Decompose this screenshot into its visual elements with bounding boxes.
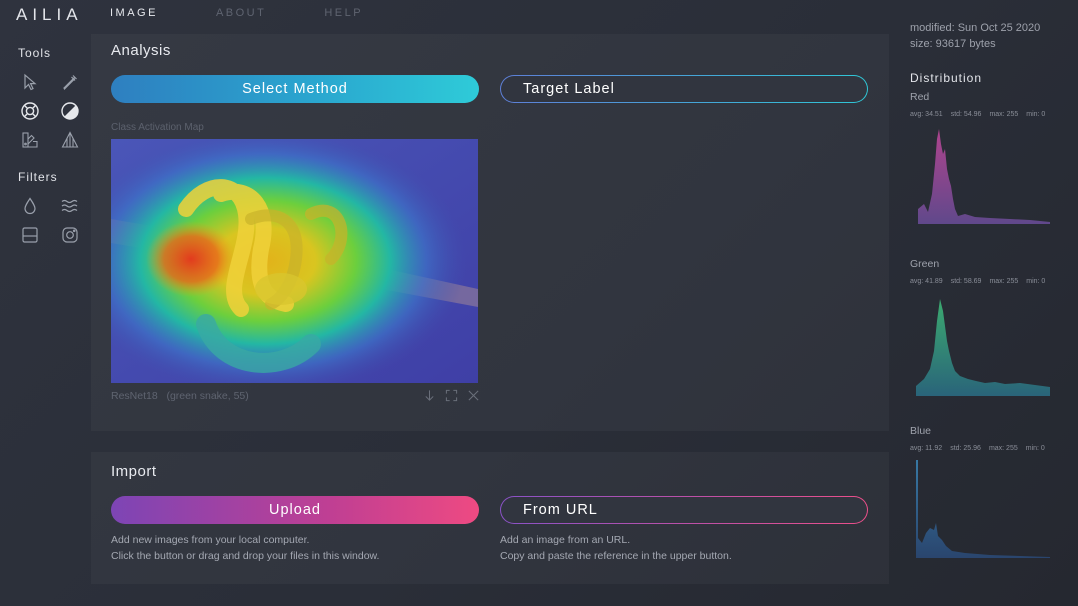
- analysis-panel: Analysis Select Method Target Label Clas…: [91, 34, 889, 431]
- stat-avg: avg: 11.92: [910, 445, 943, 452]
- cam-actions: [422, 388, 480, 402]
- stat-avg: avg: 34.51: [910, 111, 943, 118]
- prediction-label: (green snake, 55): [166, 390, 249, 402]
- from-url-button[interactable]: From URL: [500, 496, 868, 524]
- download-icon[interactable]: [422, 388, 436, 402]
- drop-icon[interactable]: [20, 196, 40, 216]
- stat-std: std: 58.69: [950, 278, 982, 285]
- cam-label: Class Activation Map: [111, 122, 204, 133]
- url-help-line-2: Copy and paste the reference in the uppe…: [500, 550, 732, 562]
- stat-min: min: 0: [1026, 278, 1046, 285]
- stat-avg: avg: 41.89: [910, 278, 943, 285]
- cam-image: [111, 139, 478, 383]
- filters-title: Filters: [18, 170, 58, 184]
- stat-std: std: 25.96: [950, 445, 981, 452]
- instagram-icon[interactable]: [60, 225, 80, 245]
- target-label-button[interactable]: Target Label: [500, 75, 868, 103]
- cam-meta: ResNet18 (green snake, 55): [111, 390, 249, 402]
- upload-help-line-2: Click the button or drag and drop your f…: [111, 550, 380, 562]
- channel-name: Green: [910, 258, 940, 270]
- close-icon[interactable]: [466, 388, 480, 402]
- histogram-blue: [916, 460, 1050, 558]
- url-help-line-1: Add an image from an URL.: [500, 534, 631, 546]
- model-name: ResNet18: [111, 390, 158, 402]
- stat-max: max: 255: [989, 111, 1019, 118]
- waves-icon[interactable]: [60, 196, 80, 216]
- tools-grid: [20, 72, 80, 150]
- frame-icon[interactable]: [20, 225, 40, 245]
- histogram-green: [916, 299, 1050, 396]
- channel-stats: avg: 34.51 std: 54.96 max: 255 min: 0: [910, 111, 1060, 118]
- analysis-title: Analysis: [111, 42, 171, 59]
- channel-stats: avg: 11.92 std: 25.96 max: 255 min: 0: [910, 445, 1060, 452]
- channel-green: Green avg: 41.89 std: 58.69 max: 255 min: 0: [910, 258, 1060, 396]
- import-title: Import: [111, 463, 157, 480]
- nav-help[interactable]: HELP: [324, 7, 363, 19]
- upload-help: Add new images from your local computer.…: [111, 532, 379, 564]
- stat-min: min: 0: [1025, 445, 1045, 452]
- select-method-button[interactable]: Select Method: [111, 75, 479, 103]
- upload-button[interactable]: Upload: [111, 496, 479, 524]
- channel-name: Blue: [910, 425, 932, 437]
- file-size: size: 93617 bytes: [910, 38, 996, 50]
- eyedropper-icon[interactable]: [60, 72, 80, 92]
- contrast-icon[interactable]: [60, 101, 80, 121]
- sharpen-icon[interactable]: [60, 130, 80, 150]
- stat-max: max: 255: [988, 445, 1018, 452]
- channel-stats: avg: 41.89 std: 58.69 max: 255 min: 0: [910, 278, 1060, 285]
- nav-about[interactable]: ABOUT: [216, 7, 266, 19]
- channel-red: Red avg: 34.51 std: 54.96 max: 255 min: 0: [910, 91, 1060, 224]
- file-modified: modified: Sun Oct 25 2020: [910, 22, 1041, 34]
- upload-help-line-1: Add new images from your local computer.: [111, 534, 310, 546]
- url-help: Add an image from an URL. Copy and paste…: [500, 532, 732, 564]
- app-logo: AILIA: [16, 5, 83, 24]
- histogram-red: [918, 129, 1050, 224]
- stat-min: min: 0: [1026, 111, 1046, 118]
- top-nav: IMAGE ABOUT HELP: [110, 7, 421, 19]
- import-panel: Import Upload From URL Add new images fr…: [91, 452, 889, 584]
- channel-name: Red: [910, 91, 930, 103]
- lifebuoy-icon[interactable]: [20, 101, 40, 121]
- nav-image[interactable]: IMAGE: [110, 7, 158, 19]
- distribution-title: Distribution: [910, 71, 983, 85]
- channel-blue: Blue avg: 11.92 std: 25.96 max: 255 min: 0: [910, 425, 1060, 558]
- palette-icon[interactable]: [20, 130, 40, 150]
- stat-std: std: 54.96: [950, 111, 982, 118]
- filters-grid: [20, 196, 78, 245]
- stat-max: max: 255: [989, 278, 1019, 285]
- expand-icon[interactable]: [444, 388, 458, 402]
- cursor-icon[interactable]: [20, 72, 40, 92]
- sidebar: Tools Filters: [18, 46, 80, 265]
- tools-title: Tools: [18, 46, 52, 60]
